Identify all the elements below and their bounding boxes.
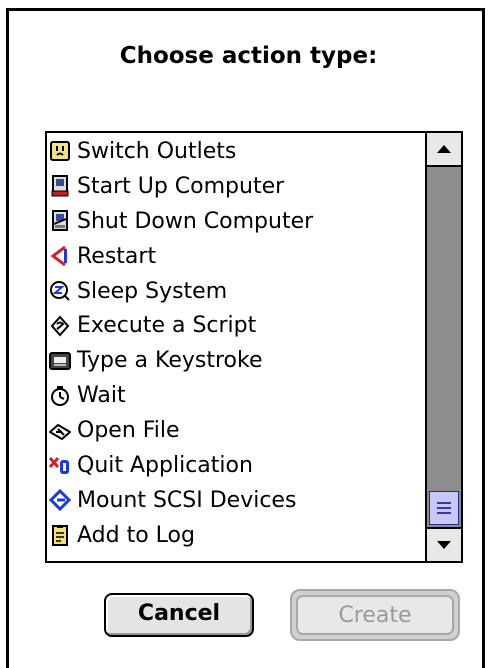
cancel-button[interactable]: Cancel bbox=[104, 593, 254, 637]
list-item-label: Execute a Script bbox=[77, 313, 257, 339]
list-item-add-to-log[interactable]: Add to Log bbox=[49, 518, 422, 553]
scroll-up-button[interactable] bbox=[427, 133, 461, 167]
list-item-restart[interactable]: Restart bbox=[49, 239, 422, 274]
list-item-switch-outlets[interactable]: Switch Outlets bbox=[49, 134, 422, 169]
create-button-label: Create bbox=[296, 595, 454, 635]
list-item-label: Type a Keystroke bbox=[77, 348, 263, 374]
quit-application-icon bbox=[49, 454, 71, 476]
list-item-label: Quit Application bbox=[77, 452, 253, 478]
keyboard-icon bbox=[49, 350, 71, 372]
vertical-scrollbar[interactable] bbox=[425, 133, 461, 561]
arrow-down-icon bbox=[437, 541, 451, 549]
list-item-label: Switch Outlets bbox=[77, 138, 237, 164]
dialog-title: Choose action type: bbox=[119, 43, 378, 69]
open-file-icon bbox=[49, 420, 71, 442]
create-button[interactable]: Create bbox=[290, 589, 460, 641]
list-item-start-up-computer[interactable]: Start Up Computer bbox=[49, 169, 422, 204]
computer-startup-icon bbox=[49, 175, 71, 197]
list-item-label: Wait bbox=[77, 383, 126, 409]
list-item-label: Shut Down Computer bbox=[77, 208, 314, 234]
restart-icon bbox=[49, 245, 71, 267]
list-item-label: Start Up Computer bbox=[77, 173, 285, 199]
scroll-thumb[interactable] bbox=[429, 491, 459, 525]
scroll-down-button[interactable] bbox=[427, 527, 461, 561]
list-item-sleep-system[interactable]: Sleep System bbox=[49, 274, 422, 309]
list-item-mount-scsi-devices[interactable]: Mount SCSI Devices bbox=[49, 483, 422, 518]
arrow-up-icon bbox=[437, 145, 451, 153]
script-icon bbox=[49, 315, 71, 337]
action-type-dialog: Choose action type: Switch Outlets Start… bbox=[6, 8, 485, 668]
outlet-icon bbox=[49, 140, 71, 162]
list-item-wait[interactable]: Wait bbox=[49, 378, 422, 413]
list-item-label: Open File bbox=[77, 418, 180, 444]
list-item-type-a-keystroke[interactable]: Type a Keystroke bbox=[49, 343, 422, 378]
list-item-label: Mount SCSI Devices bbox=[77, 487, 297, 513]
stopwatch-icon bbox=[49, 385, 71, 407]
log-icon bbox=[49, 524, 71, 547]
list-item-label: Sleep System bbox=[77, 278, 228, 304]
computer-shutdown-icon bbox=[49, 210, 71, 232]
list-item-label: Restart bbox=[77, 243, 157, 269]
list-item-shut-down-computer[interactable]: Shut Down Computer bbox=[49, 204, 422, 239]
list-item-execute-a-script[interactable]: Execute a Script bbox=[49, 308, 422, 343]
list-item-open-file[interactable]: Open File bbox=[49, 413, 422, 448]
action-type-list[interactable]: Switch Outlets Start Up Computer Shut Do… bbox=[45, 131, 463, 563]
list-item-label: Add to Log bbox=[77, 522, 195, 548]
sleep-icon bbox=[49, 280, 71, 302]
scsi-icon bbox=[49, 489, 71, 512]
list-item-quit-application[interactable]: Quit Application bbox=[49, 448, 422, 483]
